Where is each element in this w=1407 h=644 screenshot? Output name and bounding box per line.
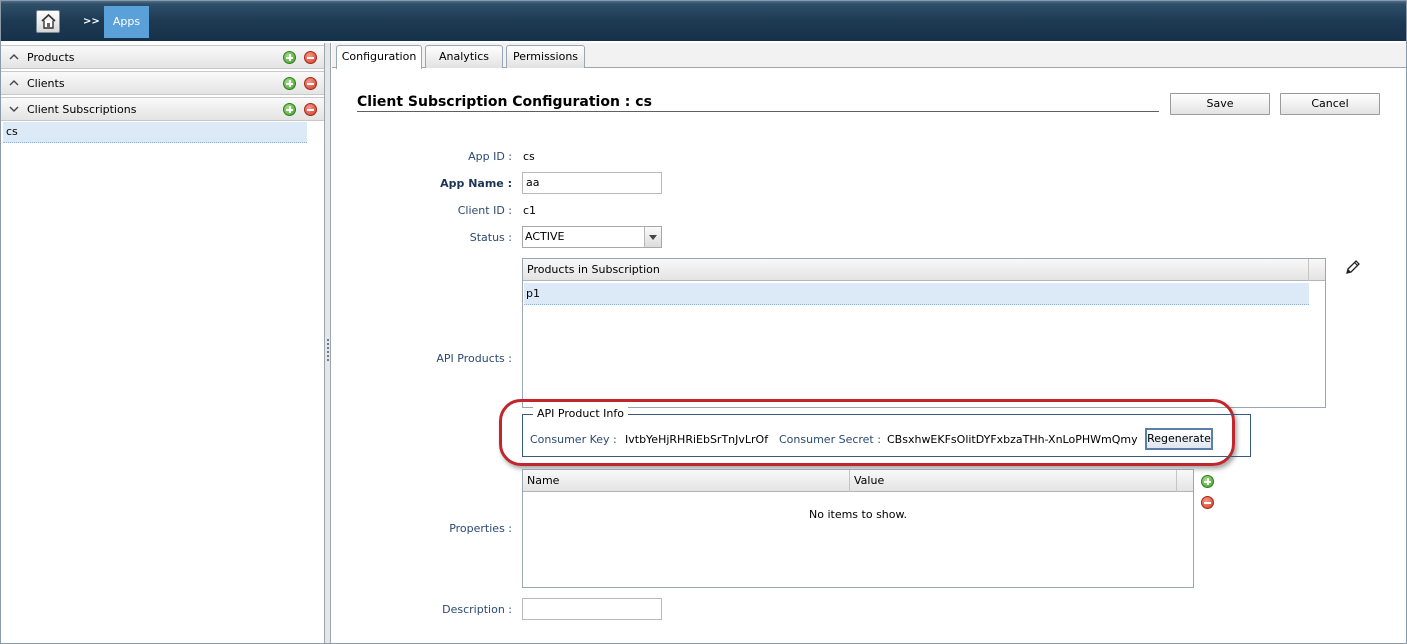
splitter-grip-icon [327,339,329,361]
home-icon [41,13,56,29]
save-button[interactable]: Save [1170,93,1270,115]
app-id-label-wrap: App ID : [392,150,512,164]
remove-icon[interactable] [304,51,317,64]
properties-label: Properties : [449,522,512,535]
cancel-button[interactable]: Cancel [1280,93,1380,115]
description-label-wrap: Description : [392,603,512,617]
accordion-clients[interactable]: Clients [1,71,324,95]
tab-configuration[interactable]: Configuration [336,45,422,69]
breadcrumb-separator: >> [83,16,100,27]
table-row[interactable]: p1 [524,283,1309,305]
add-icon[interactable] [283,103,296,116]
accordion-label: Clients [27,77,65,90]
home-button[interactable] [36,10,60,33]
accordion-client-subscriptions[interactable]: Client Subscriptions [1,97,324,121]
app-name-label: App Name : [440,177,512,190]
column-header-value[interactable]: Value [850,470,1177,492]
consumer-secret-label: Consumer Secret : [779,433,881,446]
chevron-up-icon [9,54,19,60]
add-property-icon[interactable] [1201,475,1214,488]
regenerate-button[interactable]: Regenerate [1145,428,1213,450]
tab-permissions[interactable]: Permissions [506,45,585,68]
empty-grid-message: No items to show. [809,508,907,521]
breadcrumb-apps[interactable]: Apps [104,6,149,38]
api-products-label: API Products : [436,352,512,365]
consumer-key-value: IvtbYeHjRHRiEbSrTnJvLrOf [625,433,769,446]
top-bar: >> Apps [1,1,1406,41]
app-id-value: cs [523,150,535,163]
description-label: Description : [442,603,512,616]
status-select[interactable]: ACTIVE [522,226,662,248]
app-name-label-wrap: App Name : [392,177,512,191]
client-id-label-wrap: Client ID : [392,204,512,218]
api-product-info-legend: API Product Info [533,407,628,420]
app-window: >> Apps Products Clients Client Subscrip… [0,0,1407,644]
accordion-label: Client Subscriptions [27,103,137,116]
page-title: Client Subscription Configuration : cs [357,94,1159,112]
panel-splitter[interactable] [325,43,331,643]
add-icon[interactable] [283,51,296,64]
consumer-secret-value: CBsxhwEKFsOlitDYFxbzaTHh-XnLoPHWmQmy [887,433,1138,446]
chevron-down-icon [9,106,19,112]
accordion-label: Products [27,51,75,64]
description-field[interactable] [522,598,662,620]
left-panel: Products Clients Client Subscriptions cs [1,43,325,643]
products-grid: Products in Subscription p1 [522,258,1326,408]
tab-analytics[interactable]: Analytics [425,45,503,68]
client-id-value: c1 [523,204,537,217]
products-grid-header: Products in Subscription [523,259,1325,281]
app-id-label: App ID : [468,150,512,163]
column-header-products[interactable]: Products in Subscription [523,259,1309,281]
status-selected-value: ACTIVE [525,230,565,243]
api-product-info-fieldset: API Product Info Consumer Key : IvtbYeHj… [522,407,1251,457]
main-content: Configuration Analytics Permissions Clie… [332,43,1406,643]
list-item[interactable]: cs [3,122,307,143]
status-label-wrap: Status : [392,231,512,245]
accordion-products[interactable]: Products [1,45,324,69]
app-name-field[interactable]: aa [522,172,662,194]
properties-grid: Name Value No items to show. [522,469,1194,588]
properties-label-wrap: Properties : [392,522,512,536]
tab-strip: Configuration Analytics Permissions [332,43,1406,69]
pencil-icon[interactable] [1344,258,1362,276]
remove-icon[interactable] [304,77,317,90]
api-products-label-wrap: API Products : [392,352,512,366]
client-id-label: Client ID : [457,204,512,217]
chevron-up-icon [9,80,19,86]
remove-icon[interactable] [304,103,317,116]
status-label: Status : [469,231,512,244]
add-icon[interactable] [283,77,296,90]
column-header-name[interactable]: Name [523,470,850,492]
properties-grid-header: Name Value [523,470,1193,492]
consumer-key-label: Consumer Key : [530,433,617,446]
chevron-down-icon[interactable] [644,227,661,247]
remove-property-icon[interactable] [1201,496,1214,509]
